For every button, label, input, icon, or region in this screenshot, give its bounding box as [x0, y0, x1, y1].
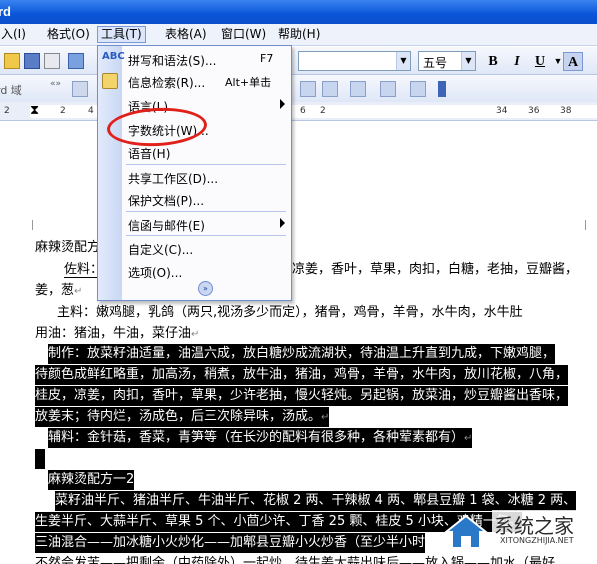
mail-merge-toolbar: rd 域 «»	[0, 75, 597, 103]
expand-menu-icon[interactable]: »	[198, 281, 213, 296]
drawing-icon[interactable]	[350, 81, 366, 97]
doc-line-selected: 辅料：金针菇，香菜，青笋等（在长沙的配料有很多种，各种荤素都有）↵	[48, 428, 473, 448]
ruler-tick: 4	[88, 106, 94, 116]
menu-item-shared-workspace[interactable]: 共享工作区(D)...	[98, 166, 291, 188]
font-name-combo[interactable]: ▼	[298, 51, 411, 71]
submenu-arrow-icon	[280, 218, 285, 228]
permission-icon[interactable]	[44, 53, 60, 69]
doc-line-selected: 待颜色成鲜红略重，加高汤，稍煮，放牛油，猪油，鸡骨，羊骨，水牛肉，放川花椒，八角…	[35, 365, 569, 385]
menu-item-protect-document[interactable]: 保护文档(P)...	[98, 188, 291, 210]
tools-menu: ABC 拼写和语法(S)... F7 信息检索(R)... Alt+单击 语言(…	[97, 45, 292, 301]
doc-line-selected: 制作：放菜籽油适量，油温六成，放白糖炒成流湖状，待油温上升直到九成，下嫩鸡腿，	[48, 344, 556, 364]
doc-line-selected: 放姜末；待内烂，汤成色，后三次除异味，汤成。↵	[35, 407, 330, 427]
underline-button[interactable]: U	[530, 52, 550, 71]
insert-merge-field[interactable]: «»	[50, 79, 61, 89]
menu-table[interactable]: 表格(A)	[162, 27, 210, 44]
merge-icon[interactable]	[72, 81, 88, 97]
chevron-down-icon[interactable]: ▼	[396, 52, 410, 70]
menu-insert[interactable]: 入(I)	[0, 27, 29, 44]
menu-separator	[126, 164, 286, 165]
open-folder-icon[interactable]	[4, 53, 20, 69]
columns-icon[interactable]	[322, 81, 338, 97]
window-title: rd	[0, 4, 11, 19]
menu-window[interactable]: 窗口(W)	[218, 27, 269, 44]
font-size-value: 五号	[423, 56, 448, 70]
menu-help[interactable]: 帮助(H)	[275, 27, 323, 44]
font-color-button[interactable]: A	[563, 52, 583, 71]
menu-item-spelling[interactable]: ABC 拼写和语法(S)... F7	[98, 48, 291, 70]
doc-line: 主料：嫩鸡腿，乳鸽（两只,视汤多少而定），猪骨，鸡骨，羊骨，水牛肉，水牛肚	[57, 305, 523, 320]
menu-format[interactable]: 格式(O)	[44, 27, 93, 44]
menu-tools[interactable]: 工具(T)	[97, 26, 146, 43]
ruler-tick: 36	[528, 106, 540, 116]
menu-item-speech[interactable]: 语音(H)	[98, 141, 291, 163]
standard-toolbar: ▼ 五号 ▼ B I U ▼ A	[0, 47, 597, 75]
print-icon[interactable]	[68, 53, 84, 69]
doc-line: 麻辣烫配方	[35, 240, 101, 255]
italic-button[interactable]: I	[507, 52, 527, 71]
margin-corner	[585, 220, 586, 230]
ruler-tick: 2	[320, 106, 326, 116]
watermark-logo: 系统之家 XITONGZHIJIA.NET	[440, 508, 590, 556]
ruler-tick: 34	[496, 106, 508, 116]
font-size-combo[interactable]: 五号 ▼	[418, 51, 476, 71]
house-logo-icon	[443, 514, 489, 549]
save-icon[interactable]	[24, 53, 40, 69]
ruler-tick: 6	[300, 106, 306, 116]
show-hide-icon[interactable]	[410, 81, 426, 97]
doc-line: 姜，葱↵	[35, 283, 83, 298]
submenu-arrow-icon	[280, 99, 285, 109]
menu-item-research[interactable]: 信息检索(R)... Alt+单击	[98, 70, 291, 92]
table-icon[interactable]	[300, 81, 316, 97]
document-area[interactable]: 麻辣烫配方 佐料： 凉姜，香叶，草果，肉扣，白糖，老抽，豆瓣酱， 姜，葱↵ 主料…	[0, 122, 597, 564]
doc-line-selected: 桂皮，凉姜，肉扣，香叶，草果，少许老抽，慢火轻炖。另起锅，放菜油，炒豆瓣酱出香味…	[35, 386, 569, 406]
menu-separator	[126, 211, 286, 212]
margin-corner	[32, 220, 33, 230]
horizontal-ruler: 2 ⧗ 2 4 6 2 34 36 38	[0, 102, 597, 121]
menu-bar: 入(I) 格式(O) 工具(T) 表格(A) 窗口(W) 帮助(H)	[0, 24, 597, 46]
research-icon	[102, 73, 118, 89]
bold-button[interactable]: B	[483, 52, 503, 71]
doc-line: 用油：猪油，牛油，菜仔油↵	[35, 326, 200, 341]
ruler-tick: 38	[560, 106, 572, 116]
doc-line: 凉姜，香叶，草果，肉扣，白糖，老抽，豆瓣酱，	[292, 262, 579, 277]
word-window: rd 入(I) 格式(O) 工具(T) 表格(A) 窗口(W) 帮助(H) ▼ …	[0, 0, 597, 564]
ruler-tick: 2	[60, 106, 66, 116]
menu-separator	[126, 235, 286, 236]
menu-item-letters-mailings[interactable]: 信函与邮件(E)	[98, 213, 291, 235]
menu-item-options[interactable]: 选项(O)...	[98, 260, 291, 282]
doc-line-selected	[35, 449, 45, 469]
chevron-down-icon[interactable]: ▼	[461, 52, 475, 70]
ruler-tick: 2	[4, 106, 10, 116]
doc-line-selected: 麻辣烫配方一2	[48, 470, 135, 490]
doc-map-icon[interactable]	[380, 81, 396, 97]
menu-item-customize[interactable]: 自定义(C)...	[98, 237, 291, 259]
doc-line-selected: 三油混合——加冰糖小火炒化——加郫县豆瓣小火炒香（至少半小时	[35, 533, 426, 553]
indent-marker-icon[interactable]: ⧗	[30, 103, 39, 118]
toolbar-options-icon[interactable]	[438, 81, 446, 97]
title-bar: rd	[0, 0, 597, 24]
field-label[interactable]: rd 域	[0, 82, 22, 98]
spelling-icon: ABC	[102, 51, 125, 62]
